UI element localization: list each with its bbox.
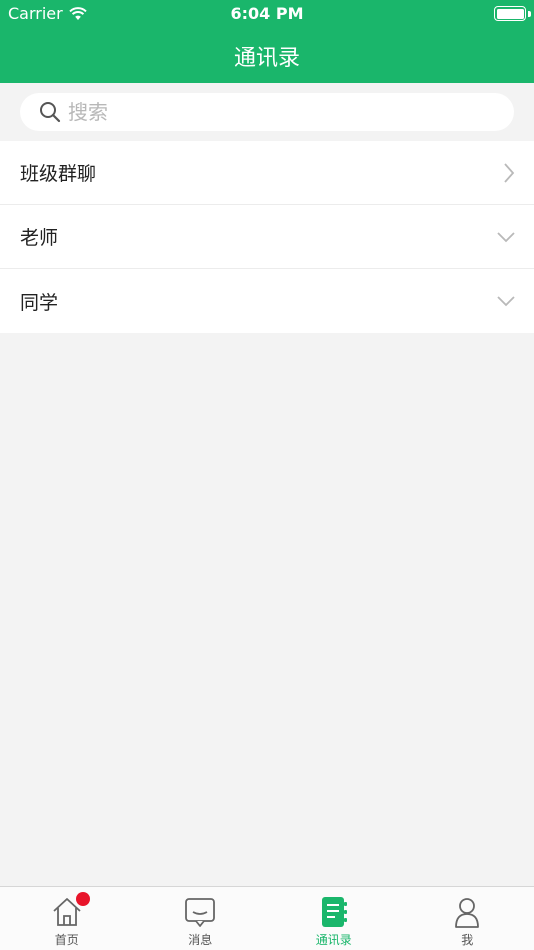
tab-contacts[interactable]: 通讯录 (267, 887, 401, 950)
search-box[interactable] (20, 93, 514, 131)
tab-label: 首页 (54, 933, 79, 947)
status-time: 6:04 PM (230, 4, 304, 23)
person-icon (450, 895, 484, 929)
status-bar: Carrier 6:04 PM (0, 0, 534, 28)
contacts-icon (317, 895, 351, 929)
tab-label: 通讯录 (315, 933, 352, 947)
search-icon (40, 102, 61, 123)
list-item-classmates[interactable]: 同学 (0, 269, 534, 333)
tab-bar: 首页 消息 通讯录 我 (0, 886, 534, 950)
chevron-down-icon (497, 296, 515, 307)
page-title: 通讯录 (233, 46, 300, 71)
battery-cap (528, 11, 531, 17)
tab-messages[interactable]: 消息 (134, 887, 268, 950)
search-bar (0, 83, 534, 141)
list-item-label: 老师 (20, 227, 59, 249)
chevron-down-icon (497, 231, 515, 242)
list-item-teachers[interactable]: 老师 (0, 205, 534, 269)
list-item-label: 班级群聊 (20, 163, 97, 185)
home-icon (50, 892, 90, 929)
contacts-list: 班级群聊 老师 同学 (0, 141, 534, 333)
app-screen: Carrier 6:04 PM 通讯录 班级群 (0, 0, 534, 950)
battery-icon (494, 6, 526, 21)
header: Carrier 6:04 PM 通讯录 (0, 0, 534, 83)
tab-label: 消息 (188, 933, 213, 947)
search-input[interactable] (68, 100, 488, 124)
notification-badge (75, 892, 90, 906)
tab-label: 我 (461, 933, 474, 947)
tab-me[interactable]: 我 (401, 887, 534, 950)
message-icon (183, 895, 217, 929)
list-item-label: 同学 (20, 291, 59, 314)
chevron-right-icon (504, 162, 515, 183)
tab-home[interactable]: 首页 (0, 887, 134, 950)
list-item-class-groups[interactable]: 班级群聊 (0, 141, 534, 205)
